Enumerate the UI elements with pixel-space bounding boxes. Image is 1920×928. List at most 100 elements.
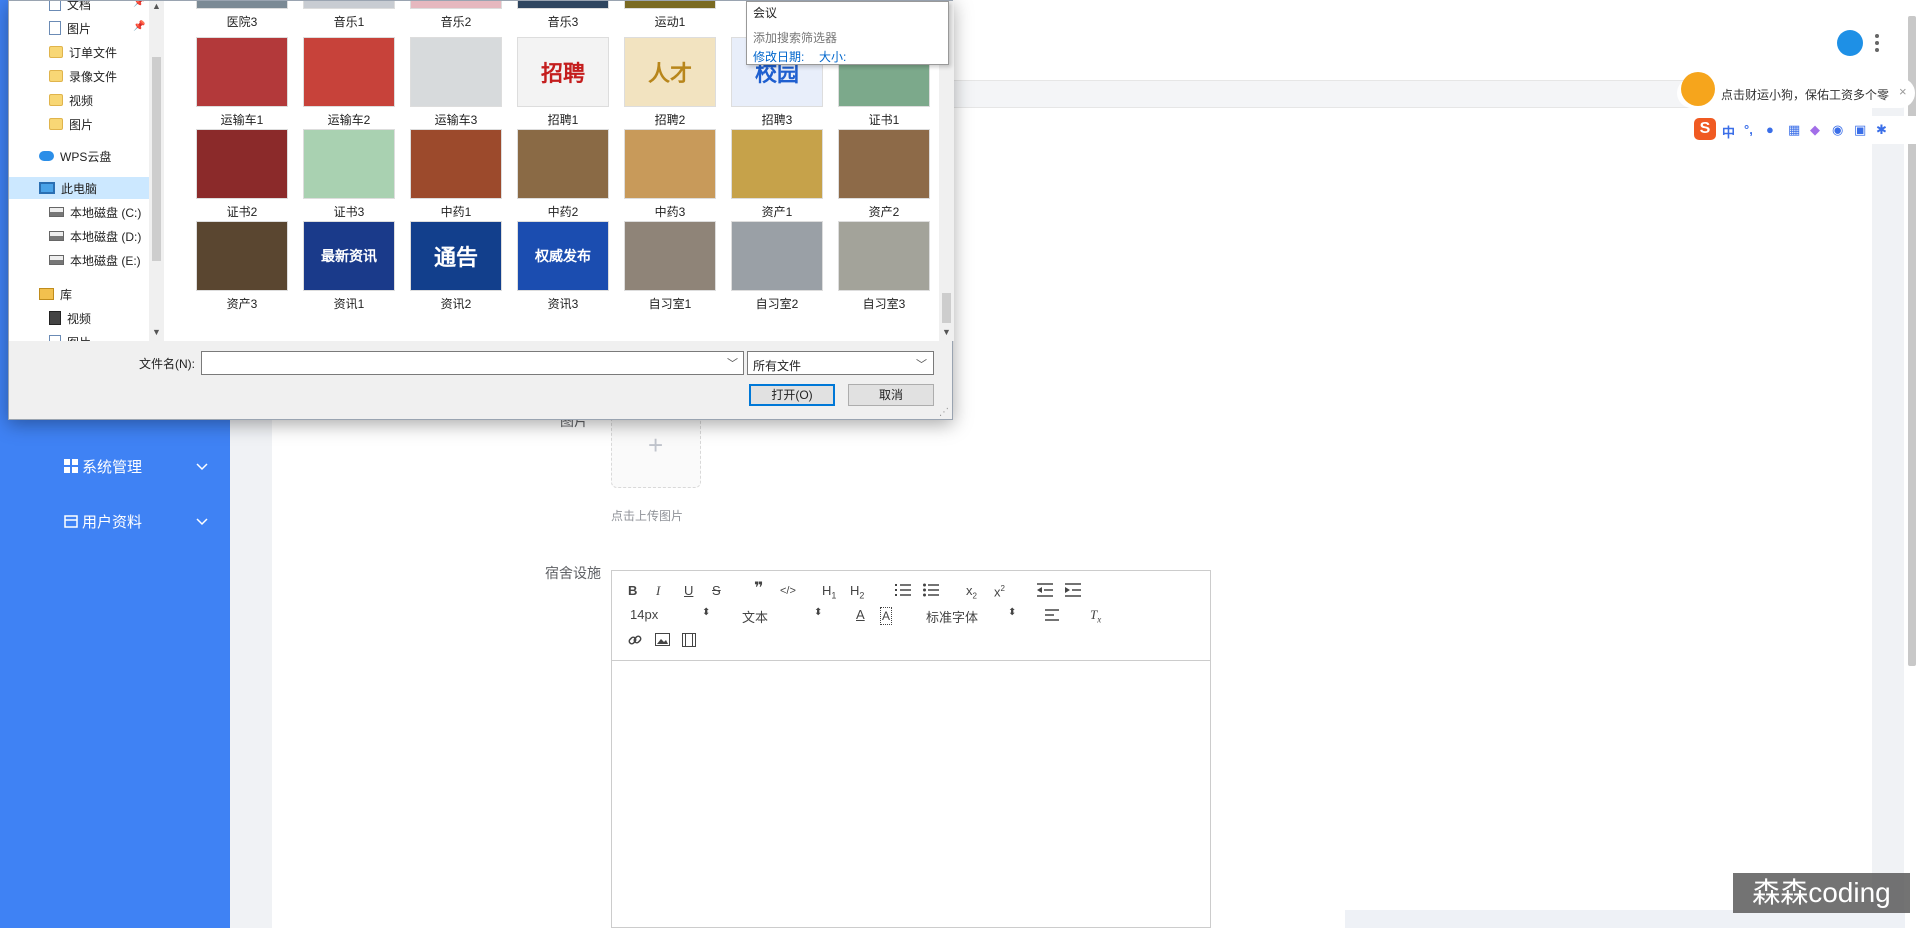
sidebar-item-system-management[interactable]: 系统管理: [0, 444, 230, 488]
underline-icon[interactable]: U: [684, 583, 693, 599]
sogou-logo-icon[interactable]: S: [1694, 118, 1716, 140]
file-thumbnail[interactable]: 医院3: [196, 1, 288, 29]
user-avatar[interactable]: [1837, 30, 1863, 56]
scroll-down-icon[interactable]: ▼: [942, 327, 951, 337]
filename-input[interactable]: [201, 351, 744, 375]
file-thumbnail[interactable]: Music 音乐3: [517, 1, 609, 29]
font-size-value: 14px: [630, 607, 659, 622]
image-icon[interactable]: [655, 633, 670, 650]
bullet-list-icon[interactable]: [923, 583, 939, 601]
nav-scrollbar-thumb[interactable]: [152, 57, 161, 261]
clear-format-icon[interactable]: Tx: [1090, 607, 1101, 628]
file-thumbnail[interactable]: 人才 招聘2: [624, 37, 716, 127]
file-thumbnail[interactable]: 权威发布 资讯3: [517, 221, 609, 311]
open-button[interactable]: 打开(O): [749, 384, 835, 406]
heading2-icon[interactable]: H2: [850, 583, 864, 604]
file-thumbnail[interactable]: 中药2: [517, 129, 609, 219]
chevron-down-icon[interactable]: ﹀: [727, 355, 738, 371]
file-thumbnail[interactable]: 音乐1: [303, 1, 395, 29]
windows-drive-icon: [49, 207, 64, 217]
file-thumbnail[interactable]: 证书3: [303, 129, 395, 219]
nav-item[interactable]: 订单文件: [49, 41, 149, 63]
subscript-icon[interactable]: x2: [966, 583, 977, 605]
skin-icon[interactable]: ◆: [1810, 122, 1820, 138]
file-name-label: 中药3: [654, 205, 686, 219]
heading1-icon[interactable]: H1: [822, 583, 836, 604]
size-filter-link[interactable]: 大小:: [819, 48, 846, 65]
nav-item[interactable]: 库: [39, 283, 149, 305]
more-vertical-icon[interactable]: [1870, 30, 1884, 56]
nav-item[interactable]: 此电脑: [9, 177, 149, 199]
indent-icon[interactable]: [1065, 583, 1081, 601]
video-icon[interactable]: [682, 633, 696, 651]
file-thumbnail[interactable]: 最新资讯 资讯1: [303, 221, 395, 311]
grid-scrollbar-thumb[interactable]: [942, 293, 951, 323]
sidebar-item-user-profile[interactable]: 用户资料: [0, 499, 230, 543]
nav-item[interactable]: 图片: [49, 113, 149, 135]
search-history-item[interactable]: 会议: [753, 4, 777, 21]
file-thumbnail[interactable]: 运动1: [624, 1, 716, 29]
nav-item[interactable]: 视频: [49, 307, 149, 329]
text-color-icon[interactable]: A: [856, 607, 865, 623]
settings-icon[interactable]: ✱: [1876, 122, 1887, 138]
file-thumbnail[interactable]: 自习室2: [731, 221, 823, 311]
nav-item[interactable]: 本地磁盘 (E:): [49, 249, 149, 271]
thumbnail-image: [410, 1, 502, 9]
nav-item[interactable]: WPS云盘: [39, 145, 149, 167]
file-name-label: 证书1: [868, 113, 900, 127]
file-thumbnail[interactable]: 自习室3: [838, 221, 930, 311]
scroll-up-icon[interactable]: ▲: [152, 1, 161, 11]
ordered-list-icon[interactable]: [895, 583, 911, 601]
file-name-label: 自习室1: [648, 297, 692, 311]
strikethrough-icon[interactable]: S: [712, 583, 721, 599]
nav-scrollbar[interactable]: ▲ ▼: [149, 1, 164, 341]
font-size-select[interactable]: 14px ⬍: [630, 607, 716, 622]
punctuation-icon[interactable]: °,: [1744, 122, 1753, 137]
file-thumbnail[interactable]: 资产3: [196, 221, 288, 311]
file-thumbnail[interactable]: 资产2: [838, 129, 930, 219]
block-type-select[interactable]: 文本 ⬍: [742, 607, 828, 626]
align-icon[interactable]: [1045, 608, 1059, 626]
file-name-label: 音乐2: [440, 15, 472, 29]
file-thumbnail[interactable]: 运输车1: [196, 37, 288, 127]
nav-item[interactable]: 本地磁盘 (D:): [49, 225, 149, 247]
image-upload-box[interactable]: +: [611, 408, 701, 488]
font-family-select[interactable]: 标准字体 ⬍: [926, 607, 1022, 626]
file-thumbnail[interactable]: 证书2: [196, 129, 288, 219]
keyboard-icon[interactable]: ▦: [1788, 122, 1800, 138]
nav-item[interactable]: 视频: [49, 89, 149, 111]
apps-icon[interactable]: ▣: [1854, 122, 1866, 138]
nav-item[interactable]: 本地磁盘 (C:): [49, 201, 149, 223]
bold-icon[interactable]: B: [628, 583, 637, 599]
file-type-select[interactable]: 所有文件 ﹀: [747, 351, 934, 375]
gamepad-icon[interactable]: ◉: [1832, 122, 1843, 138]
scroll-down-icon[interactable]: ▼: [152, 327, 161, 337]
close-icon[interactable]: ×: [1899, 84, 1907, 99]
file-thumbnail[interactable]: 运输车3: [410, 37, 502, 127]
date-filter-link[interactable]: 修改日期:: [753, 48, 804, 65]
resize-grip-icon[interactable]: ⋰: [939, 407, 951, 419]
outdent-icon[interactable]: [1037, 583, 1053, 601]
nav-item-label: 视频: [67, 311, 92, 326]
file-thumbnail[interactable]: 运输车2: [303, 37, 395, 127]
background-color-icon[interactable]: A: [880, 607, 893, 625]
file-thumbnail[interactable]: 资产1: [731, 129, 823, 219]
ime-mode-button[interactable]: 中: [1722, 122, 1735, 141]
file-thumbnail[interactable]: 中药3: [624, 129, 716, 219]
italic-icon[interactable]: I: [656, 583, 660, 599]
file-thumbnail[interactable]: 招聘 招聘1: [517, 37, 609, 127]
cancel-button[interactable]: 取消: [848, 384, 934, 406]
file-thumbnail[interactable]: 音乐2: [410, 1, 502, 29]
file-thumbnail[interactable]: 中药1: [410, 129, 502, 219]
microphone-icon[interactable]: ●: [1766, 122, 1774, 137]
quote-icon[interactable]: ❞: [754, 581, 763, 597]
link-icon[interactable]: [628, 633, 642, 651]
file-thumbnail[interactable]: 自习室1: [624, 221, 716, 311]
superscript-icon[interactable]: x2: [994, 581, 1005, 600]
nav-item[interactable]: 录像文件: [49, 65, 149, 87]
file-thumbnail[interactable]: 通告 资讯2: [410, 221, 502, 311]
sogou-tip-bubble[interactable]: 点击财运小狗，保佑工资多个零 ×: [1677, 72, 1915, 108]
page-scrollbar-thumb[interactable]: [1908, 16, 1916, 666]
code-icon[interactable]: </>: [780, 583, 796, 599]
nav-item[interactable]: 图片: [49, 331, 149, 341]
